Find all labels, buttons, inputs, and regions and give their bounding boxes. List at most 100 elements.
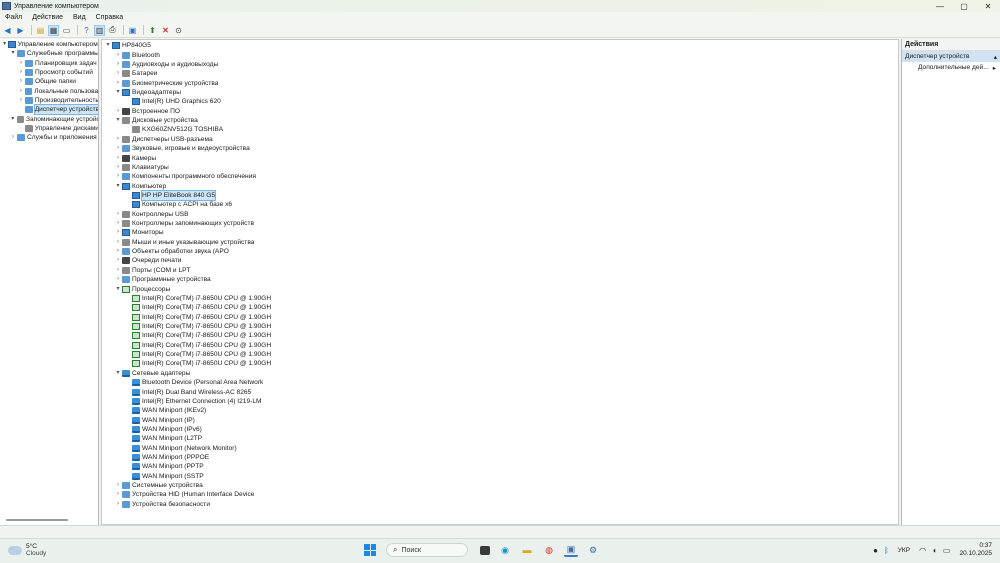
start-button[interactable]: [364, 544, 376, 556]
more-actions-item[interactable]: Дополнительные дей... ▸: [902, 62, 1000, 73]
expand-down-icon[interactable]: ▾: [9, 115, 17, 124]
expand-right-icon[interactable]: ›: [114, 490, 122, 499]
chrome-icon[interactable]: ◍: [542, 543, 556, 557]
device-tree-item-row[interactable]: KXG60ZNV512G TOSHIBA: [124, 125, 223, 134]
language-indicator[interactable]: УКР: [898, 547, 910, 554]
expand-right-icon[interactable]: ›: [114, 79, 122, 88]
device-tree-item-row[interactable]: WAN Miniport (IP): [124, 415, 195, 424]
nav-tree-item-row[interactable]: ▾ Управление компьютером (л: [1, 40, 98, 49]
expand-right-icon[interactable]: ›: [114, 210, 122, 219]
device-tree-item-row[interactable]: › Системные устройства: [114, 481, 203, 490]
expand-right-icon[interactable]: ›: [114, 275, 122, 284]
device-tree-item-row[interactable]: › Биометрические устройства: [114, 78, 218, 87]
monitor-icon[interactable]: ▣: [127, 25, 138, 36]
nav-tree-item-row[interactable]: Управление дисками: [17, 124, 98, 133]
nav-tree-item-row[interactable]: ▾ Запоминающие устройст: [9, 114, 98, 123]
device-tree-item-row[interactable]: › Камеры: [114, 153, 156, 162]
device-tree-item-row[interactable]: › Аудиовходы и аудиовыходы: [114, 60, 218, 69]
expand-right-icon[interactable]: ›: [17, 59, 25, 68]
menu-action[interactable]: Действие: [27, 14, 68, 21]
device-tree-item-row[interactable]: Bluetooth Device (Personal Area Network: [124, 378, 263, 387]
device-tree-item-row[interactable]: › Клавиатуры: [114, 163, 169, 172]
device-tree-item-row[interactable]: › Объекты обработки звука (APO: [114, 247, 229, 256]
edge-icon[interactable]: ◉: [498, 543, 512, 557]
device-tree-item-row[interactable]: › Bluetooth: [114, 50, 160, 59]
nav-tree-item-row[interactable]: › Планировщик задач: [17, 59, 97, 68]
device-manager-task-icon[interactable]: ▣: [564, 543, 578, 557]
forward-arrow-icon[interactable]: ▶: [15, 25, 26, 36]
help-icon[interactable]: ?: [81, 25, 92, 36]
expand-down-icon[interactable]: ▾: [114, 182, 122, 191]
device-tree-item-row[interactable]: Intel(R) Core(TM) i7-8650U CPU @ 1.90GH: [124, 341, 271, 350]
device-tree-item-row[interactable]: Intel(R) Core(TM) i7-8650U CPU @ 1.90GH: [124, 303, 271, 312]
device-tree-item-row[interactable]: › Программные устройства: [114, 275, 211, 284]
expand-right-icon[interactable]: ›: [114, 163, 122, 172]
uninstall-icon[interactable]: ✕: [160, 25, 171, 36]
device-tree-item-row[interactable]: › Устройства безопасности: [114, 500, 210, 509]
expand-right-icon[interactable]: ›: [17, 77, 25, 86]
nav-tree-item-row[interactable]: › Службы и приложения: [9, 133, 97, 142]
device-tree-item-row[interactable]: Intel(R) Dual Band Wireless-AC 8265: [124, 387, 251, 396]
minimize-button[interactable]: —: [928, 0, 952, 12]
device-tree-item-row[interactable]: › Звуковые, игровые и видеоустройства: [114, 144, 250, 153]
close-button[interactable]: ✕: [976, 0, 1000, 12]
device-tree-item-row[interactable]: ▾ Сетевые адаптеры: [114, 369, 190, 378]
device-tree-item-row[interactable]: WAN Miniport (PPPOE: [124, 453, 209, 462]
expand-right-icon[interactable]: ›: [17, 68, 25, 77]
device-tree-item-row[interactable]: HP HP EliteBook 840 G5: [124, 189, 217, 201]
expand-right-icon[interactable]: ›: [114, 481, 122, 490]
device-tree-item-row[interactable]: › Мониторы: [114, 228, 164, 237]
view-icon[interactable]: ▥: [94, 24, 105, 36]
update-driver-icon[interactable]: ⬆: [147, 25, 158, 36]
actions-section-device-manager[interactable]: Диспетчер устройств ▴: [902, 51, 1000, 62]
device-tree-item-row[interactable]: › Встроенное ПО: [114, 107, 180, 116]
expand-right-icon[interactable]: ›: [114, 228, 122, 237]
maximize-button[interactable]: ▢: [952, 0, 976, 12]
wifi-icon[interactable]: ◠: [919, 546, 926, 555]
device-tree-item-row[interactable]: Intel(R) Core(TM) i7-8650U CPU @ 1.90GH: [124, 359, 271, 368]
expand-down-icon[interactable]: ▾: [1, 40, 8, 49]
task-view-icon[interactable]: [480, 545, 490, 555]
print-icon[interactable]: ⎙: [107, 25, 118, 36]
nav-tree-item-row[interactable]: › Производительность: [17, 96, 98, 105]
device-tree-item-row[interactable]: › Контроллеры запоминающих устройств: [114, 219, 254, 228]
device-tree-item-row[interactable]: › Компоненты программного обеспечения: [114, 172, 256, 181]
expand-right-icon[interactable]: ›: [114, 256, 122, 265]
bluetooth-tray-icon[interactable]: ᛒ: [884, 546, 889, 555]
volume-icon[interactable]: ◖: [932, 546, 937, 555]
device-tree-item-row[interactable]: › Очереди печати: [114, 256, 181, 265]
device-tree-item-row[interactable]: Intel(R) Core(TM) i7-8650U CPU @ 1.90GH: [124, 312, 271, 321]
expand-right-icon[interactable]: ›: [114, 172, 122, 181]
clock[interactable]: 0:37 20.10.2025: [959, 542, 992, 558]
device-tree-item-row[interactable]: Компьютер с ACPI на базе x6: [124, 200, 232, 209]
device-tree-item-row[interactable]: ▾ Дисковые устройства: [114, 116, 198, 125]
nav-tree-item-row[interactable]: Диспетчер устройств: [17, 104, 98, 116]
folder-up-icon[interactable]: ▤: [35, 25, 46, 36]
battery-icon[interactable]: ▭: [943, 546, 951, 555]
device-tree-item-row[interactable]: Intel(R) Core(TM) i7-8650U CPU @ 1.90GH: [124, 322, 271, 331]
horizontal-scrollbar[interactable]: [6, 519, 68, 521]
device-tree-item-row[interactable]: WAN Miniport (Network Monitor): [124, 443, 237, 452]
settings-gear-icon[interactable]: ⚙: [586, 543, 600, 557]
expand-down-icon[interactable]: ▾: [104, 41, 112, 50]
menu-view[interactable]: Вид: [68, 14, 91, 21]
expand-right-icon[interactable]: ›: [114, 144, 122, 153]
expand-right-icon[interactable]: ›: [114, 500, 122, 509]
expand-right-icon[interactable]: ›: [114, 154, 122, 163]
weather-widget[interactable]: 5°C Cloudy: [8, 543, 46, 557]
device-tree-item-row[interactable]: › Мыши и иные указывающие устройства: [114, 238, 254, 247]
expand-right-icon[interactable]: ›: [114, 69, 122, 78]
expand-down-icon[interactable]: ▾: [114, 285, 122, 294]
expand-right-icon[interactable]: ›: [9, 133, 17, 142]
device-tree-item-row[interactable]: Intel(R) Core(TM) i7-8650U CPU @ 1.90GH: [124, 350, 271, 359]
device-tree-item-row[interactable]: ▾ Видеоадаптеры: [114, 88, 181, 97]
show-hide-tree-icon[interactable]: ▦: [48, 24, 59, 36]
expand-right-icon[interactable]: ›: [114, 51, 122, 60]
expand-right-icon[interactable]: ›: [17, 96, 25, 105]
expand-down-icon[interactable]: ▾: [114, 88, 122, 97]
menu-help[interactable]: Справка: [91, 14, 128, 21]
expand-right-icon[interactable]: ›: [114, 219, 122, 228]
expand-right-icon[interactable]: ›: [17, 87, 25, 96]
expand-right-icon[interactable]: ›: [114, 60, 122, 69]
expand-down-icon[interactable]: ▾: [114, 116, 122, 125]
